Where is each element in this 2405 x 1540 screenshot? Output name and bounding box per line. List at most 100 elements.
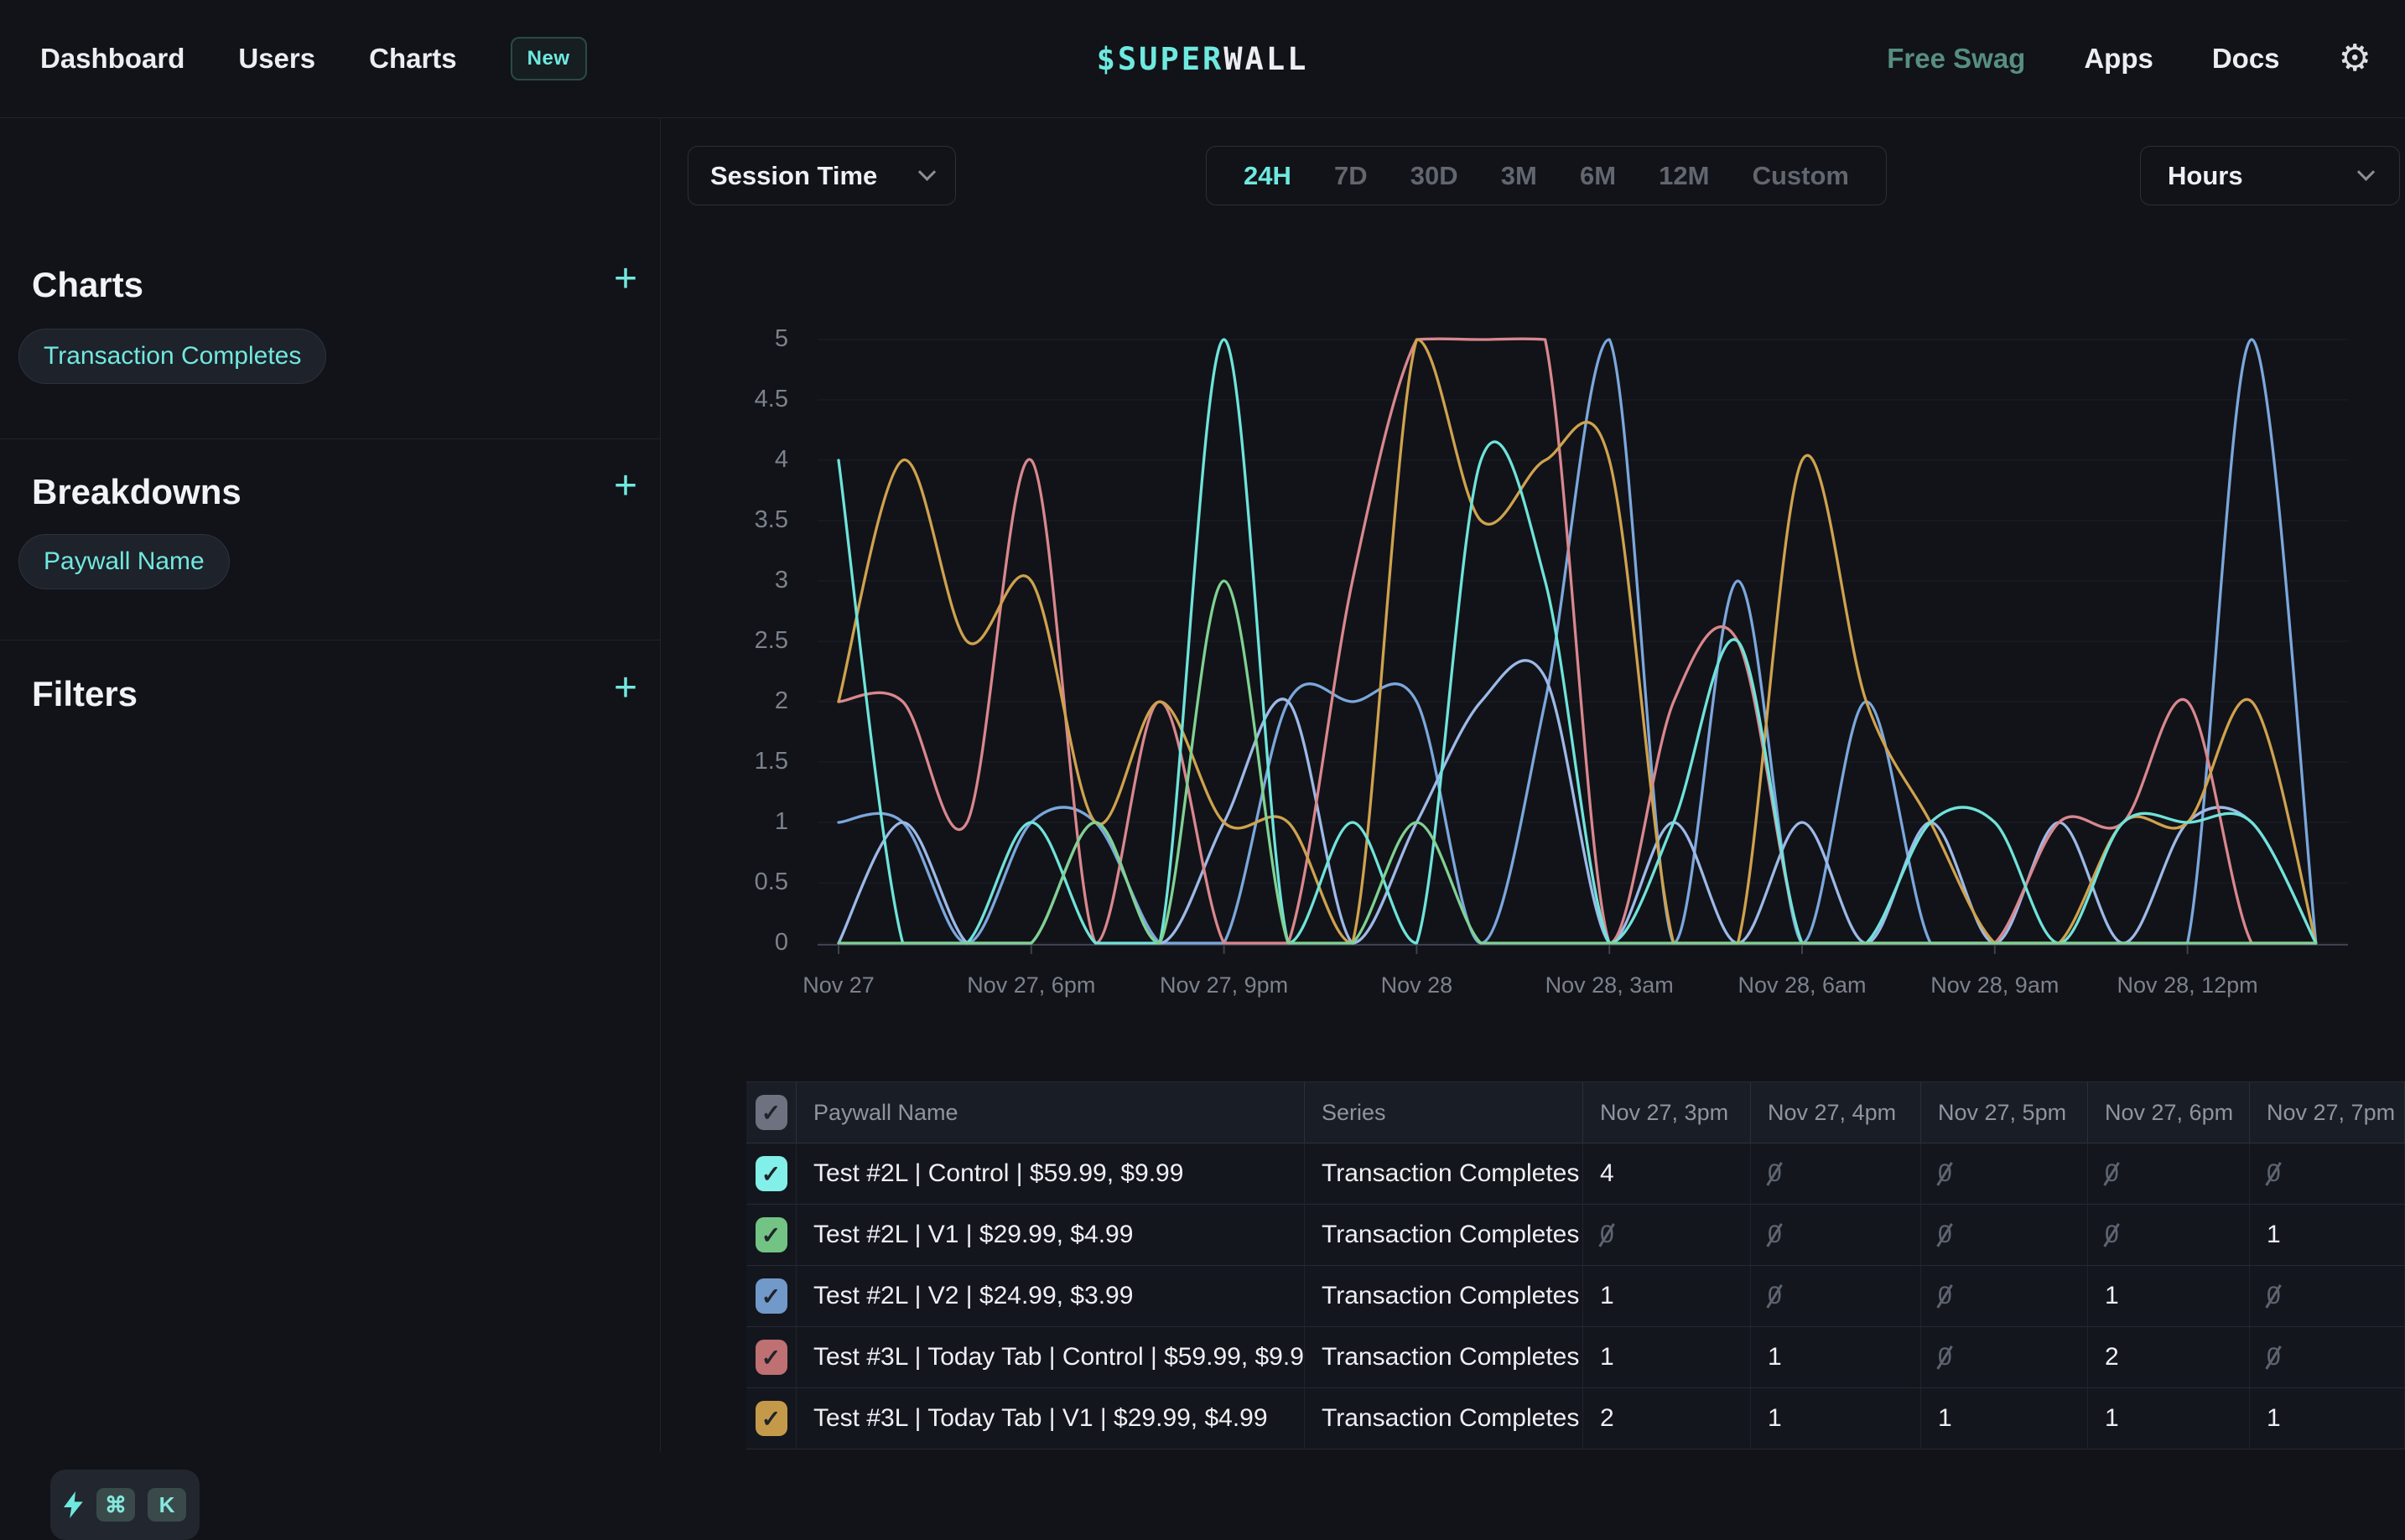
row-checkbox-cell: ✓	[746, 1327, 797, 1387]
value-cell: 1	[2250, 1388, 2405, 1449]
paywall-name-cell: Test #2L | V2 | $24.99, $3.99	[797, 1266, 1305, 1326]
row-checkbox[interactable]: ✓	[756, 1156, 787, 1191]
range-tab-custom[interactable]: Custom	[1753, 161, 1849, 191]
top-nav: DashboardUsersChartsNew $SUPERWALL Free …	[0, 0, 2405, 118]
value-cell: 2	[2088, 1327, 2250, 1387]
range-tab-7d[interactable]: 7D	[1334, 161, 1368, 191]
header-cell: Nov 27, 4pm	[1751, 1082, 1921, 1143]
value: 1	[2267, 1404, 2281, 1433]
row-checkbox[interactable]: ✓	[756, 1401, 787, 1436]
header-cell: Nov 27, 6pm	[2088, 1082, 2250, 1143]
value-cell: 0	[2250, 1327, 2405, 1387]
x-axis-label: Nov 28, 6am	[1738, 972, 1866, 998]
chevron-down-icon	[2357, 163, 2375, 181]
paywall-name-cell: Test #3L | Today Tab | Control | $59.99,…	[797, 1327, 1305, 1387]
cmd-key: ⌘	[96, 1488, 135, 1522]
paywall-name-cell: Test #2L | V1 | $29.99, $4.99	[797, 1205, 1305, 1265]
value: 0	[2267, 1282, 2281, 1310]
x-axis-label: Nov 27	[803, 972, 875, 998]
table-row: ✓Test #3L | Today Tab | V1 | $29.99, $4.…	[746, 1388, 2405, 1449]
nav-item-apps[interactable]: Apps	[2084, 43, 2153, 75]
add-breakdown-button[interactable]: +	[614, 466, 637, 506]
x-axis-label: Nov 27, 9pm	[1160, 972, 1288, 998]
section-title-breakdowns: Breakdowns	[32, 472, 242, 512]
y-axis-label: 0	[662, 929, 788, 957]
value: 4	[1600, 1159, 1614, 1188]
nav-left: Dashboard Users Charts New	[40, 0, 587, 117]
value: 0	[1600, 1221, 1614, 1249]
chip-transaction-completes[interactable]: Transaction Completes	[18, 329, 326, 384]
add-chart-button[interactable]: +	[614, 259, 637, 299]
add-filter-button[interactable]: +	[614, 668, 637, 708]
value-cell: 0	[1583, 1205, 1751, 1265]
value: 0	[2105, 1159, 2119, 1188]
gear-icon[interactable]: ⚙	[2339, 40, 2371, 77]
logo-accent: $SUPER	[1097, 41, 1224, 77]
nav-item-charts[interactable]: Charts	[369, 43, 457, 75]
header-cell: Nov 27, 7pm	[2250, 1082, 2405, 1143]
value-cell: 0	[1751, 1143, 1921, 1204]
row-checkbox-cell: ✓	[746, 1388, 797, 1449]
value-cell: 1	[1921, 1388, 2088, 1449]
value: 1	[2267, 1221, 2281, 1249]
y-axis-label: 1.5	[662, 748, 788, 775]
row-checkbox[interactable]: ✓	[756, 1217, 787, 1252]
section-title-charts: Charts	[32, 265, 143, 305]
value: 2	[1600, 1404, 1614, 1433]
value-cell: 0	[2088, 1205, 2250, 1265]
nav-item-dashboard[interactable]: Dashboard	[40, 43, 184, 75]
unit-select[interactable]: Hours	[2140, 146, 2400, 205]
value: 0	[1768, 1282, 1782, 1310]
value: 0	[1938, 1221, 1952, 1249]
value: 1	[1600, 1343, 1614, 1371]
table-row: ✓Test #2L | Control | $59.99, $9.99Trans…	[746, 1143, 2405, 1205]
value: 0	[1768, 1159, 1782, 1188]
value: 1	[2105, 1404, 2119, 1433]
new-badge: New	[511, 37, 587, 80]
value: 1	[1768, 1343, 1782, 1371]
nav-item-docs[interactable]: Docs	[2212, 43, 2280, 75]
sidebar-divider	[0, 438, 661, 439]
range-tabs: 24H 7D 30D 3M 6M 12M Custom	[1206, 146, 1887, 205]
value: 0	[1938, 1343, 1952, 1371]
section-title-filters: Filters	[32, 674, 138, 714]
row-checkbox-cell: ✓	[746, 1266, 797, 1326]
value: 0	[1938, 1282, 1952, 1310]
session-time-chart	[738, 319, 2382, 1014]
chevron-down-icon	[918, 163, 936, 181]
value-cell: 1	[2088, 1388, 2250, 1449]
series-cell: Transaction Completes	[1305, 1266, 1583, 1326]
header-cell: Paywall Name	[797, 1082, 1305, 1143]
nav-item-free-swag[interactable]: Free Swag	[1887, 43, 2025, 75]
range-tab-30d[interactable]: 30D	[1410, 161, 1458, 191]
row-checkbox[interactable]: ✓	[756, 1278, 787, 1314]
y-axis-label: 3	[662, 567, 788, 594]
value-cell: 1	[1751, 1388, 1921, 1449]
value-cell: 1	[1583, 1266, 1751, 1326]
unit-select-value: Hours	[2168, 161, 2350, 191]
range-tab-3m[interactable]: 3M	[1501, 161, 1537, 191]
range-tab-24h[interactable]: 24H	[1244, 161, 1291, 191]
lightning-icon	[64, 1491, 84, 1518]
range-tab-6m[interactable]: 6M	[1580, 161, 1616, 191]
value-cell: 0	[1751, 1266, 1921, 1326]
row-checkbox[interactable]: ✓	[756, 1340, 787, 1375]
metric-select[interactable]: Session Time	[688, 146, 956, 205]
value: 2	[2105, 1343, 2119, 1371]
command-palette-shortcut[interactable]: ⌘ K	[50, 1470, 200, 1540]
x-axis-label: Nov 28, 12pm	[2117, 972, 2258, 998]
value-cell: 0	[1921, 1266, 2088, 1326]
nav-right: Free Swag Apps Docs ⚙	[1887, 0, 2371, 117]
table-row: ✓Test #2L | V1 | $29.99, $4.99Transactio…	[746, 1205, 2405, 1266]
header-cell: Nov 27, 5pm	[1921, 1082, 2088, 1143]
y-axis-label: 0.5	[662, 869, 788, 896]
chip-paywall-name[interactable]: Paywall Name	[18, 534, 230, 589]
value: 0	[1938, 1159, 1952, 1188]
value-cell: 0	[2250, 1143, 2405, 1204]
value: 0	[1768, 1221, 1782, 1249]
range-tab-12m[interactable]: 12M	[1659, 161, 1709, 191]
nav-item-users[interactable]: Users	[238, 43, 315, 75]
x-axis-label: Nov 27, 6pm	[967, 972, 1095, 998]
paywall-name-cell: Test #2L | Control | $59.99, $9.99	[797, 1143, 1305, 1204]
select-all-checkbox[interactable]: ✓	[756, 1095, 787, 1130]
